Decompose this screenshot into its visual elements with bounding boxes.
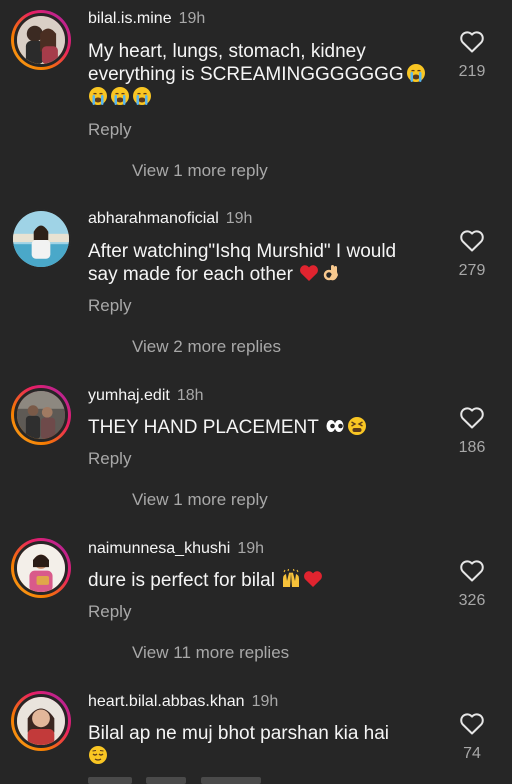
reply-button[interactable]: Reply [88,449,131,469]
loudly-crying-face-icon [110,86,130,106]
reply-button[interactable]: Reply [88,120,131,140]
avatar[interactable] [11,10,71,70]
comment-text: THEY HAND PLACEMENT [88,416,433,439]
avatar-image [13,211,69,267]
comment-time: 19h [237,540,265,557]
like-control: 219 [452,30,492,82]
heart-outline-icon[interactable] [459,559,485,583]
loudly-crying-face-icon [88,86,108,106]
heart-outline-icon[interactable] [459,712,485,736]
avatar[interactable] [11,385,71,445]
like-control: 74 [452,712,492,764]
view-more-replies-button[interactable]: View 1 more reply [132,161,268,181]
like-count: 74 [463,745,481,762]
like-count: 219 [458,63,486,80]
relieved-face-icon [88,745,108,765]
like-count: 186 [458,439,486,456]
ok-hand-icon [321,263,341,283]
comment-time: 19h [225,210,253,227]
tired-face-icon [347,416,367,436]
view-more-replies-button[interactable]: View 1 more reply [132,490,268,510]
heart-outline-icon[interactable] [459,30,485,54]
comment-text: dure is perfect for bilal [88,569,433,592]
loudly-crying-face-icon [406,63,426,83]
comment-username[interactable]: naimunnesa_khushi [88,540,230,557]
comment-username[interactable]: heart.bilal.abbas.khan [88,693,245,710]
loudly-crying-face-icon [132,86,152,106]
like-control: 326 [452,559,492,611]
comment-username[interactable]: abharahmanoficial [88,210,219,227]
comment-time: 19h [178,10,206,27]
like-count: 279 [458,262,486,279]
view-more-replies-button[interactable]: View 11 more replies [132,643,289,663]
reply-button[interactable]: Reply [88,296,131,316]
comment-text: After watching"Ishq Murshid" I would say… [88,241,397,285]
avatar[interactable] [11,209,71,269]
raising-hands-icon [281,569,301,589]
comment-username[interactable]: bilal.is.mine [88,10,172,27]
like-control: 186 [452,406,492,458]
red-heart-icon [299,263,319,283]
comment-time: 18h [176,387,204,404]
like-count: 326 [458,592,486,609]
red-heart-icon [303,569,323,589]
comment-time: 19h [251,693,279,710]
avatar-image [17,697,65,745]
heart-outline-icon[interactable] [459,406,485,430]
comment-text: My heart, lungs, stomach, kidney everyth… [88,40,433,109]
view-more-replies-button[interactable]: View 2 more replies [132,337,281,357]
comment-username[interactable]: yumhaj.edit [88,387,170,404]
avatar[interactable] [11,691,71,751]
comment-text: Bilal ap ne muj bhot parshan kia hai [88,722,433,768]
eyes-icon [325,416,345,436]
avatar-image [17,391,65,439]
heart-outline-icon[interactable] [459,229,485,253]
avatar-image [17,16,65,64]
avatar[interactable] [11,538,71,598]
avatar-image [17,544,65,592]
like-control: 279 [452,229,492,281]
reply-button[interactable]: Reply [88,602,131,622]
